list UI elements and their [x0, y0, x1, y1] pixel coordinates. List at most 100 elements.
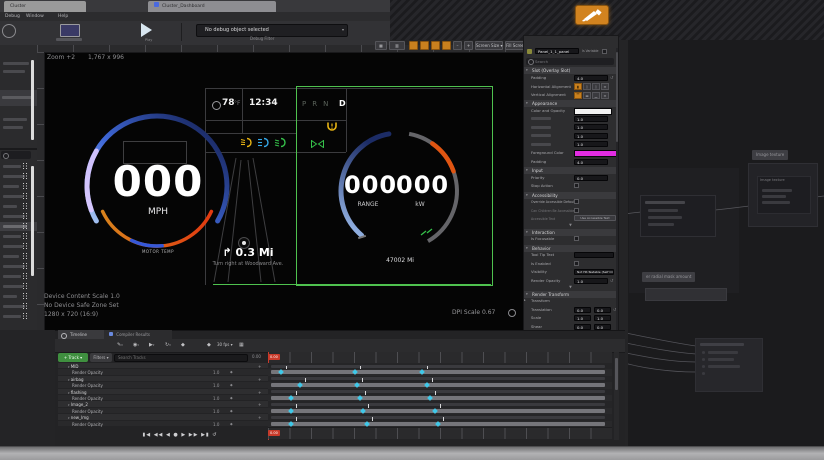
valign-bottom-button[interactable]: ▁ [592, 92, 600, 99]
hierarchy-search-input[interactable] [1, 151, 31, 159]
key-nav-icons[interactable]: ◆ [230, 422, 234, 427]
stop-action-checkbox[interactable] [574, 183, 579, 188]
keyframe-diamond[interactable] [419, 370, 425, 376]
node-image-texture[interactable]: Image texture [757, 176, 811, 214]
hierarchy-row[interactable] [0, 282, 37, 291]
valign-fill-button[interactable]: ≡ [601, 92, 609, 99]
filters-button[interactable]: Filters ▾ [90, 353, 112, 362]
tooltip-input[interactable] [574, 252, 614, 258]
playback-options-icon[interactable]: ▶▾ [149, 339, 154, 351]
keyframe-diamond[interactable] [424, 382, 430, 388]
details-scrollbar-thumb[interactable] [616, 52, 619, 142]
hierarchy-scrollbar[interactable] [31, 60, 34, 140]
expander-icon[interactable]: ▼ [524, 285, 617, 289]
add-track-button[interactable]: + Track ▾ [58, 353, 88, 362]
valign-center-button[interactable]: ▬ [583, 92, 591, 99]
dpi-settings-gear-icon[interactable] [508, 309, 516, 317]
grid-snap-toggle-3[interactable] [431, 41, 440, 50]
keyframe-diamond[interactable] [357, 395, 363, 401]
widget-name-field[interactable]: Panel_1_1_panel [535, 48, 579, 54]
node-comment-radial-mask[interactable]: er radial mask amount [642, 272, 695, 282]
section-interaction[interactable]: Interaction [524, 229, 617, 236]
loop-options-icon[interactable]: ↻▾ [165, 339, 171, 351]
keyframe-diamond[interactable] [289, 395, 295, 401]
keyframe-diamond[interactable] [435, 421, 441, 427]
appearance-value-4[interactable]: 1.0 [574, 141, 608, 147]
focusable-checkbox[interactable] [574, 236, 579, 241]
track-property-row[interactable]: Render Opacity1.0◆ [58, 421, 268, 427]
color-opacity-swatch[interactable] [574, 108, 612, 115]
details-scrollbar-track[interactable] [616, 48, 619, 338]
transform-expand-icon[interactable]: ▸ [524, 298, 526, 302]
halign-center-button[interactable]: ▯ [583, 83, 591, 90]
halign-fill-button[interactable]: ≡ [601, 83, 609, 90]
translation-x-input[interactable]: 0.0 [574, 307, 591, 313]
keyframe-diamond[interactable] [364, 421, 370, 427]
acc-text-button[interactable]: Use Accessible Text [574, 215, 616, 221]
timeline-scrollbar-track[interactable] [614, 352, 619, 440]
grid-snap-toggle-2[interactable] [420, 41, 429, 50]
hierarchy-row[interactable] [0, 312, 37, 321]
keyframe-diamond[interactable] [360, 408, 366, 414]
keyframe-diamond[interactable] [352, 370, 358, 376]
compile-icon[interactable] [2, 24, 16, 38]
acc-override-checkbox[interactable] [574, 199, 579, 204]
visibility-dropdown[interactable]: Not Hit-Testable (Self Only) [574, 269, 614, 275]
outline-toggle-button[interactable]: ▥ [389, 41, 405, 50]
scale-x-input[interactable]: 1.0 [574, 315, 591, 321]
menu-help[interactable]: Help [58, 12, 68, 21]
keyframe-diamond[interactable] [289, 408, 295, 414]
section-input[interactable]: Input [524, 167, 617, 174]
padding-input[interactable]: 4.0 [574, 75, 608, 81]
shear-x-input[interactable]: 0.0 [574, 324, 591, 330]
render-opacity-input[interactable]: 1.0 [574, 278, 608, 284]
add-section-icon[interactable]: + [258, 390, 261, 395]
keyframe-diamond[interactable] [354, 382, 360, 388]
is-variable-checkbox[interactable] [602, 49, 607, 54]
keyframe-options-icon[interactable]: ◆ [181, 339, 185, 351]
valign-top-button[interactable]: ▔ [574, 92, 582, 99]
acc-children-checkbox[interactable] [574, 208, 579, 213]
section-accessibility[interactable]: Accessibility [524, 192, 617, 199]
add-section-icon[interactable]: + [258, 364, 261, 369]
appearance-value-2[interactable]: 1.0 [574, 124, 608, 130]
reset-icon[interactable]: ↺ [610, 75, 613, 81]
track-search-input[interactable] [114, 354, 248, 362]
halign-left-button[interactable]: ▮ [574, 83, 582, 90]
keyframe-diamond[interactable] [279, 370, 285, 376]
section-behavior[interactable]: Behavior [524, 245, 617, 252]
tab-timeline[interactable]: Timeline [58, 330, 110, 339]
node-comment-image-texture[interactable]: Image texture [752, 150, 788, 160]
appearance-value-3[interactable]: 1.0 [574, 133, 608, 139]
menu-window[interactable]: Window [26, 12, 44, 21]
keyframe-diamond[interactable] [427, 395, 433, 401]
expander-icon[interactable]: ▼ [524, 223, 617, 227]
visibility-filter-icon[interactable]: ◉▾ [133, 339, 139, 351]
section-appearance[interactable]: Appearance [524, 100, 617, 107]
key-nav-icons[interactable]: ◆ [230, 409, 234, 414]
timeline-ruler-bottom[interactable] [268, 428, 612, 439]
curves-view-icon[interactable]: ▦ [239, 339, 244, 351]
node-comment-body[interactable]: Image texture [748, 163, 818, 227]
scale-y-input[interactable]: 1.0 [594, 315, 611, 321]
keyframe-diamond[interactable] [289, 421, 295, 427]
node-output-node[interactable] [695, 338, 763, 392]
zoom-out-button[interactable]: – [453, 41, 462, 50]
playhead-tag[interactable]: 0.00 [268, 354, 280, 360]
tab-compiler-results[interactable]: Compiler Results [104, 330, 172, 339]
transport-controls[interactable]: ▮◀ ◀◀ ◀ ● ▶ ▶▶ ▶▮ ↺ [90, 430, 270, 440]
add-section-icon[interactable]: + [258, 402, 261, 407]
enabled-checkbox[interactable] [574, 261, 579, 266]
keyframe-diamond[interactable] [432, 408, 438, 414]
padding2-input[interactable]: 4.0 [574, 159, 608, 165]
paint-brush-button[interactable] [575, 5, 609, 25]
keyframe-diamond[interactable] [297, 382, 303, 388]
zoom-in-button[interactable]: + [464, 41, 473, 50]
add-section-icon[interactable]: + [258, 377, 261, 382]
timeline-scrollbar-thumb[interactable] [615, 358, 618, 390]
section-render-transform[interactable]: Render Transform [524, 291, 617, 298]
key-nav-icons[interactable]: ◆ [230, 383, 234, 388]
track-lane[interactable] [268, 421, 612, 428]
priority-input[interactable]: 0.0 [574, 175, 608, 181]
translation-y-input[interactable]: 0.0 [594, 307, 611, 313]
